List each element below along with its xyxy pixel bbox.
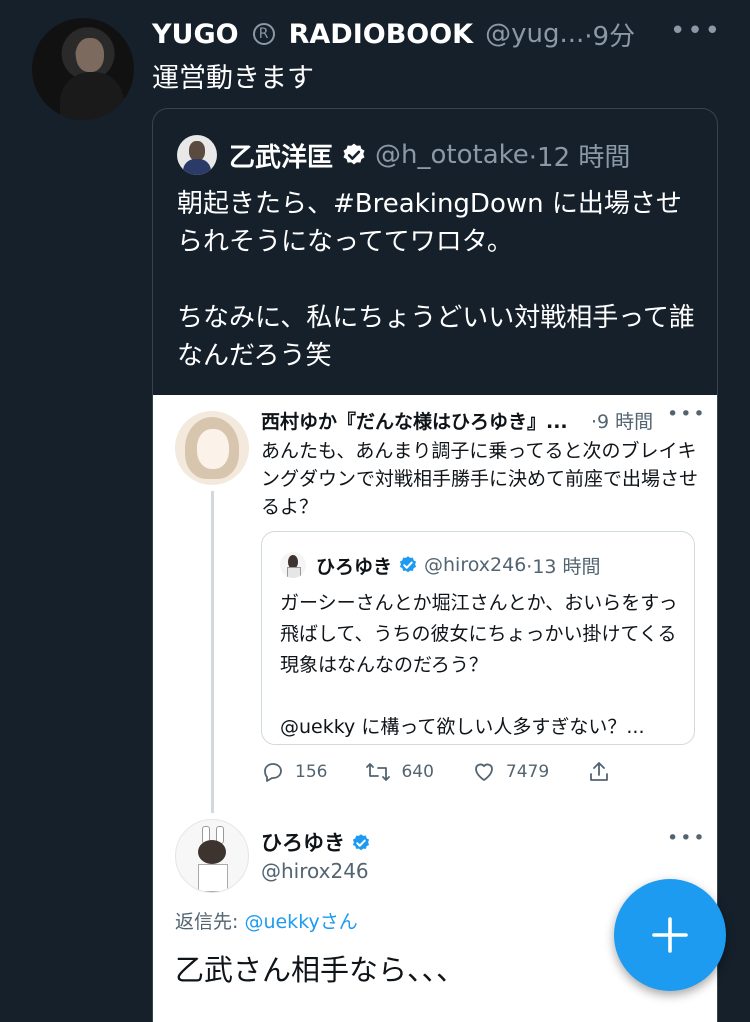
reply-action-bar: 156 640 7479 xyxy=(261,757,681,787)
tweet-header: YUGO R RADIOBOOK @yug... ·9分 ••• xyxy=(152,16,722,52)
inner-quote-header: ひろゆき @hirox246 ·13 時間 xyxy=(280,552,601,578)
inner-quote-avatar xyxy=(280,552,306,578)
like-count: 7479 xyxy=(472,760,549,784)
reply-text: あんたも、あんまり調子に乗ってると次のブレイキングダウンで対戦相手勝手に決めて前… xyxy=(261,440,699,518)
tweet-text: 運営動きます xyxy=(152,63,314,94)
inner-quote-text: ガーシーさんとか堀江さんとか、おいらをすっ飛ばして、うちの彼女にちょっかい掛けて… xyxy=(280,592,678,738)
verified-icon xyxy=(398,555,418,575)
reply-more-icon: ••• xyxy=(667,403,707,425)
reply-author-name: 西村ゆか『だんな様はひろゆき』... xyxy=(261,411,568,433)
verified-icon xyxy=(351,832,371,852)
quote-text: 朝起きたら、#BreakingDown に出場させられそうになっててワロタ。 ち… xyxy=(177,189,695,371)
retweet-count: 640 xyxy=(365,760,434,784)
reply-author-avatar xyxy=(175,411,249,485)
hiroyuki-name: ひろゆき xyxy=(261,831,345,855)
author-avatar[interactable] xyxy=(32,18,134,120)
reply-to-mention: @uekky xyxy=(244,911,320,933)
like-icon xyxy=(475,763,493,781)
share-action xyxy=(587,760,621,784)
reply-to-line: 返信先: @uekkyさん xyxy=(175,907,358,934)
compose-plus-icon xyxy=(652,917,688,953)
tweet-time[interactable]: ·9分 xyxy=(584,16,635,53)
reply-count: 156 xyxy=(261,760,327,784)
inner-quote-time: ·13 時間 xyxy=(526,555,601,578)
reply-to-suffix: さん xyxy=(319,911,358,933)
hiroyuki-more-icon: ••• xyxy=(667,827,707,849)
quote-time: ·12 時間 xyxy=(528,142,631,173)
registered-icon: R xyxy=(252,23,275,45)
hiroyuki-handle: @hirox246 xyxy=(261,859,369,883)
quote-author-handle: @h_ototake xyxy=(375,140,529,170)
hiroyuki-name-row: ひろゆき xyxy=(261,827,377,857)
retweet-count-label: 640 xyxy=(401,762,434,782)
compose-tweet-button[interactable] xyxy=(614,879,726,991)
reply-to-prefix: 返信先: xyxy=(175,911,245,933)
hiroyuki-avatar xyxy=(175,819,249,893)
hiroyuki-reply-text: 乙武さん相手なら、、、 xyxy=(175,953,466,987)
quote-author-name: 乙武洋匡 xyxy=(229,142,334,173)
inner-quote-handle: @hirox246 xyxy=(424,554,527,576)
author-name-part2[interactable]: RADIOBOOK xyxy=(289,19,474,50)
inner-quote-card: ひろゆき @hirox246 ·13 時間 ガーシーさんとか堀江さんとか、おいら… xyxy=(261,531,695,745)
quote-author-avatar xyxy=(177,135,217,175)
quote-header: 乙武洋匡 @h_ototake ·12 時間 xyxy=(177,135,630,175)
reply-icon xyxy=(264,763,282,782)
inner-quote-name: ひろゆき xyxy=(316,555,393,578)
thread-connector-line xyxy=(211,491,214,813)
share-icon xyxy=(590,762,609,781)
more-options-icon[interactable]: ••• xyxy=(670,16,722,46)
quote-tweet-card[interactable]: 乙武洋匡 @h_ototake ·12 時間 朝起きたら、#BreakingDo… xyxy=(152,108,718,1022)
verified-icon xyxy=(341,142,367,168)
author-name-part1[interactable]: YUGO xyxy=(152,19,239,50)
like-count-label: 7479 xyxy=(505,762,550,782)
reply-time: ·9 時間 xyxy=(591,411,654,433)
reply-count-label: 156 xyxy=(295,762,328,782)
author-handle[interactable]: @yug... xyxy=(485,19,584,49)
retweet-icon xyxy=(366,763,391,781)
